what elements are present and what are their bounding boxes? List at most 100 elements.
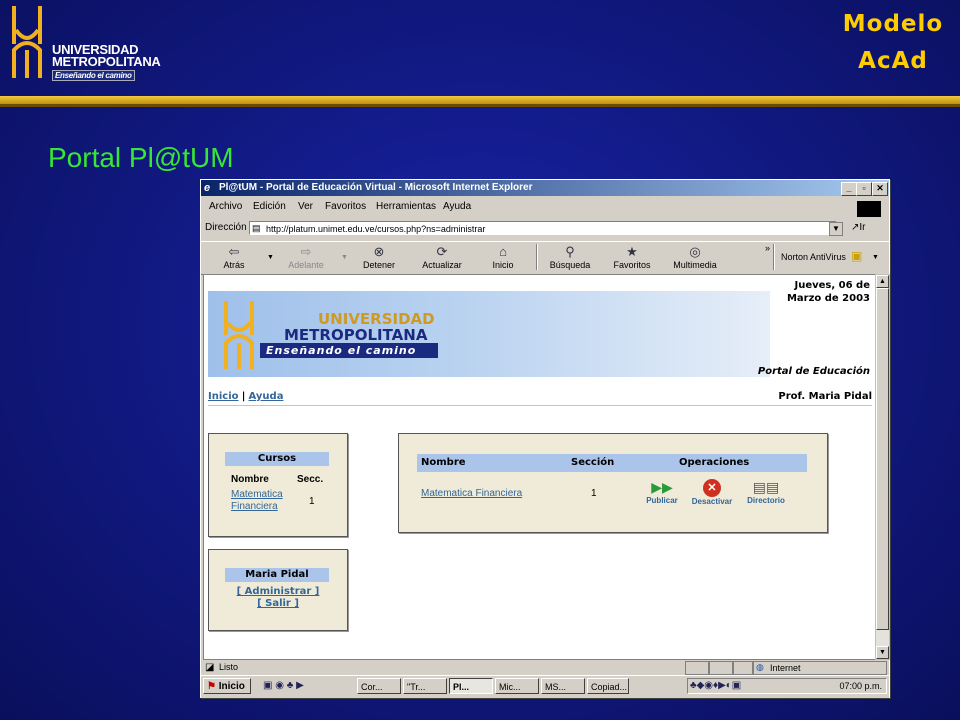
course-table-box: Nombre Sección Operaciones Matematica Fi…	[398, 433, 828, 533]
slide-title: Portal Pl@tUM	[48, 142, 234, 173]
start-label: Inicio	[218, 681, 245, 692]
university-logo: UNIVERSIDAD METROPOLITANA Enseñando el c…	[10, 6, 170, 86]
norton-label[interactable]: Norton AntiVirus	[781, 252, 846, 262]
forward-button[interactable]: ⇨ Adelante	[287, 244, 325, 270]
task-1[interactable]: Cor...	[357, 678, 401, 694]
nav-line: Inicio | Ayuda Prof. Maria Pidal	[208, 391, 872, 406]
nav-help-link[interactable]: Ayuda	[249, 391, 284, 402]
maximize-button[interactable]: ▫	[856, 182, 872, 196]
norton-icon[interactable]: ▣	[851, 249, 862, 263]
tray-icons[interactable]: ♣◆◉♦▶◐▣	[690, 680, 741, 691]
vertical-scrollbar[interactable]: ▲ ▼	[875, 274, 890, 660]
directory-icon: ▤▤	[752, 479, 780, 495]
stop-button[interactable]: ⊗ Detener	[361, 244, 397, 270]
table-col-section: Sección	[571, 457, 615, 468]
publish-button[interactable]: ▶▶ Publicar	[639, 478, 685, 505]
logo-line3: Enseñando el camino	[52, 70, 135, 81]
deactivate-icon: ✕	[703, 479, 721, 497]
search-button[interactable]: ⚲ Búsqueda	[548, 244, 592, 270]
courses-header: Cursos	[225, 452, 329, 466]
back-button[interactable]: ⇦ Atrás	[221, 244, 247, 270]
professor-name: Prof. Maria Pidal	[778, 391, 872, 402]
model-label-line1: Modelo	[842, 11, 944, 37]
deactivate-button[interactable]: ✕ Desactivar	[687, 478, 737, 506]
favorites-icon: ★	[626, 244, 638, 259]
logout-link[interactable]: [ Salir ]	[209, 598, 347, 609]
close-button[interactable]: ✕	[872, 182, 888, 196]
table-section: 1	[591, 488, 597, 499]
favorites-button[interactable]: ★ Favoritos	[611, 244, 653, 270]
admin-link[interactable]: [ Administrar ]	[209, 586, 347, 597]
norton-dropdown-icon[interactable]: ▼	[872, 254, 879, 261]
windows-start-icon: ⚑	[207, 681, 216, 692]
quicklaunch-icons[interactable]: ▣ ◉ ♣ ▶	[263, 680, 304, 691]
forward-dropdown-icon[interactable]: ▼	[341, 254, 348, 261]
table-col-name: Nombre	[421, 457, 466, 468]
home-icon: ⌂	[499, 244, 507, 259]
menu-ver[interactable]: Ver	[298, 201, 313, 212]
title-bar[interactable]: e Pl@tUM - Portal de Educación Virtual -…	[201, 180, 889, 196]
logo-line2: METROPOLITANA	[52, 54, 161, 69]
refresh-icon: ⟳	[436, 244, 448, 259]
go-label: Ir	[859, 222, 866, 233]
courses-col-sec: Secc.	[297, 474, 324, 485]
directory-label: Directorio	[747, 496, 785, 505]
refresh-button[interactable]: ⟳ Actualizar	[420, 244, 464, 270]
toolbar-overflow-icon[interactable]: »	[765, 243, 770, 253]
banner-line3: Enseñando el camino	[260, 343, 438, 358]
nav-home-link[interactable]: Inicio	[208, 391, 239, 402]
status-zone: Internet	[770, 663, 801, 673]
menu-bar: Archivo Edición Ver Favoritos Herramient…	[201, 197, 889, 217]
model-label: Modelo AcAd	[838, 6, 948, 80]
task-6[interactable]: Copiad...	[587, 678, 629, 694]
task-5[interactable]: MS...	[541, 678, 585, 694]
back-dropdown-icon[interactable]: ▼	[267, 254, 274, 261]
courses-col-name: Nombre	[231, 474, 269, 485]
scroll-down-icon[interactable]: ▼	[876, 646, 889, 659]
task-2[interactable]: "Tr...	[403, 678, 447, 694]
task-4[interactable]: Mic...	[495, 678, 539, 694]
media-button[interactable]: ◎ Multimedia	[671, 244, 719, 270]
start-button[interactable]: ⚑ Inicio	[203, 678, 251, 694]
menu-edicion[interactable]: Edición	[253, 201, 286, 212]
stop-icon: ⊗	[373, 244, 385, 259]
toolbar: ⇦ Atrás ▼ ⇨ Adelante ▼ ⊗ Detener ⟳ Actua…	[201, 241, 889, 275]
banner-line2: METROPOLITANA	[284, 326, 428, 344]
menu-herramientas[interactable]: Herramientas	[376, 201, 436, 212]
scroll-up-icon[interactable]: ▲	[876, 275, 889, 288]
deactivate-label: Desactivar	[691, 497, 733, 506]
media-icon: ◎	[689, 244, 701, 259]
address-dropdown-icon[interactable]: ▼	[829, 222, 843, 236]
home-button[interactable]: ⌂ Inicio	[490, 244, 516, 270]
minimize-button[interactable]: _	[841, 182, 857, 196]
favorites-label: Favoritos	[613, 260, 651, 270]
publish-icon: ▶▶	[651, 479, 673, 495]
status-bar: ◪ Listo ◍ Internet	[201, 660, 889, 675]
banner-emblem-icon	[224, 301, 254, 369]
back-label: Atrás	[223, 260, 245, 270]
menu-ayuda[interactable]: Ayuda	[443, 201, 471, 212]
go-button[interactable]: ↗Ir	[851, 222, 866, 233]
nav-separator: |	[241, 391, 246, 402]
menu-favoritos[interactable]: Favoritos	[325, 201, 366, 212]
page-viewport: Jueves, 06 de Marzo de 2003 UNIVERSIDAD …	[203, 274, 877, 660]
menu-archivo[interactable]: Archivo	[209, 201, 242, 212]
browser-window: e Pl@tUM - Portal de Educación Virtual -…	[200, 179, 890, 698]
address-input[interactable]: http://platum.unimet.edu.ve/cursos.php?n…	[249, 221, 837, 235]
page-date: Jueves, 06 de Marzo de 2003	[786, 280, 870, 304]
address-label: Dirección	[205, 222, 247, 233]
status-page-icon: ◪	[205, 662, 215, 673]
model-label-line2: AcAd	[858, 48, 928, 74]
refresh-label: Actualizar	[422, 260, 462, 270]
search-icon: ⚲	[565, 244, 575, 259]
course-link[interactable]: Matematica Financiera	[231, 489, 295, 513]
table-course-link[interactable]: Matematica Financiera	[421, 488, 522, 499]
header-rule	[0, 96, 960, 107]
directory-button[interactable]: ▤▤ Directorio	[743, 478, 789, 505]
user-box: Maria Pidal [ Administrar ] [ Salir ]	[208, 549, 348, 631]
scroll-thumb[interactable]	[876, 288, 889, 630]
windows-flag-icon: ⚑	[857, 201, 881, 217]
back-arrow-icon: ⇦	[228, 244, 240, 259]
task-3-active[interactable]: Pl...	[449, 678, 493, 694]
forward-arrow-icon: ⇨	[300, 244, 312, 259]
